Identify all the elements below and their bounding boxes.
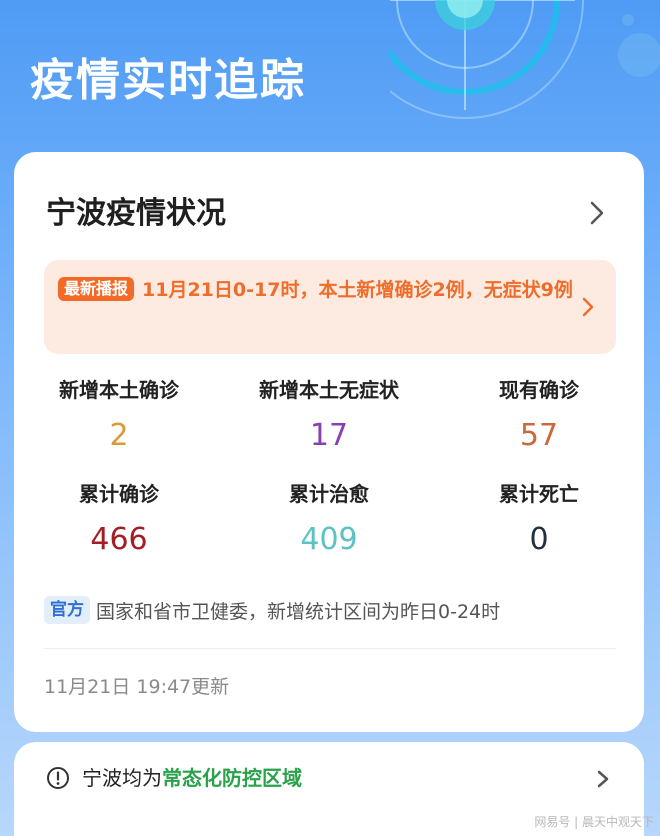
news-content: 最新播报 11月21日0-17时，本土新增确诊2例，无症状9例: [58, 274, 574, 306]
stats-grid: 新增本土确诊 2 新增本土无症状 17 现有确诊 57 累计确诊 466 累计治…: [14, 374, 644, 574]
prevention-zone-label: 常态化防控区域: [162, 766, 302, 790]
latest-news-banner[interactable]: 最新播报 11月21日0-17时，本土新增确诊2例，无症状9例: [44, 260, 616, 354]
virus-target-illustration: [390, 0, 660, 119]
stat-value: 17: [309, 418, 349, 453]
stat-label: 累计死亡: [499, 482, 579, 506]
official-badge: 官方: [44, 596, 90, 624]
chevron-right-icon[interactable]: [582, 198, 612, 228]
stat-new-local-confirmed: 新增本土确诊 2: [14, 374, 224, 460]
stat-label: 现有确诊: [499, 378, 579, 402]
watermark: 网易号 | 晨天中观天下: [534, 815, 654, 829]
source-text: 国家和省市卫健委，新增统计区间为昨日0-24时: [96, 600, 501, 623]
stat-value: 2: [109, 418, 129, 453]
stat-new-local-asymptomatic: 新增本土无症状 17: [224, 374, 434, 460]
chevron-right-icon[interactable]: [576, 293, 600, 321]
card-title: 宁波疫情状况: [46, 196, 226, 231]
stat-label: 新增本土无症状: [259, 378, 399, 402]
exclamation-circle-icon: [47, 767, 69, 789]
card-header[interactable]: 宁波疫情状况: [46, 192, 612, 236]
stat-label: 累计确诊: [79, 482, 159, 506]
prevention-status-text: 宁波均为常态化防控区域: [82, 762, 302, 794]
news-badge: 最新播报: [58, 277, 135, 301]
epidemic-status-card: 宁波疫情状况 最新播报 11月21日0-17时，本土新增确诊2例，无症状9例 新增…: [14, 152, 644, 732]
stat-current-confirmed: 现有确诊 57: [434, 374, 644, 460]
stat-value: 0: [529, 522, 549, 557]
stat-value: 409: [300, 522, 358, 557]
divider: [44, 648, 616, 649]
news-text: 11月21日0-17时，本土新增确诊2例，无症状9例: [142, 279, 573, 301]
hero-banner: 疫情实时追踪: [0, 0, 660, 170]
update-timestamp: 11月21日 19:47更新: [44, 676, 230, 698]
stat-value: 57: [519, 418, 559, 453]
chevron-right-icon[interactable]: [592, 766, 614, 792]
stat-label: 新增本土确诊: [59, 378, 179, 402]
page-title: 疫情实时追踪: [30, 55, 306, 106]
stat-cumulative-cured: 累计治愈 409: [224, 478, 434, 564]
stat-cumulative-deaths: 累计死亡 0: [434, 478, 644, 564]
stat-cumulative-confirmed: 累计确诊 466: [14, 478, 224, 564]
data-source: 官方 国家和省市卫健委，新增统计区间为昨日0-24时: [44, 596, 616, 628]
stat-label: 累计治愈: [289, 482, 369, 506]
prevention-prefix: 宁波均为: [82, 766, 162, 790]
stat-value: 466: [90, 522, 148, 557]
